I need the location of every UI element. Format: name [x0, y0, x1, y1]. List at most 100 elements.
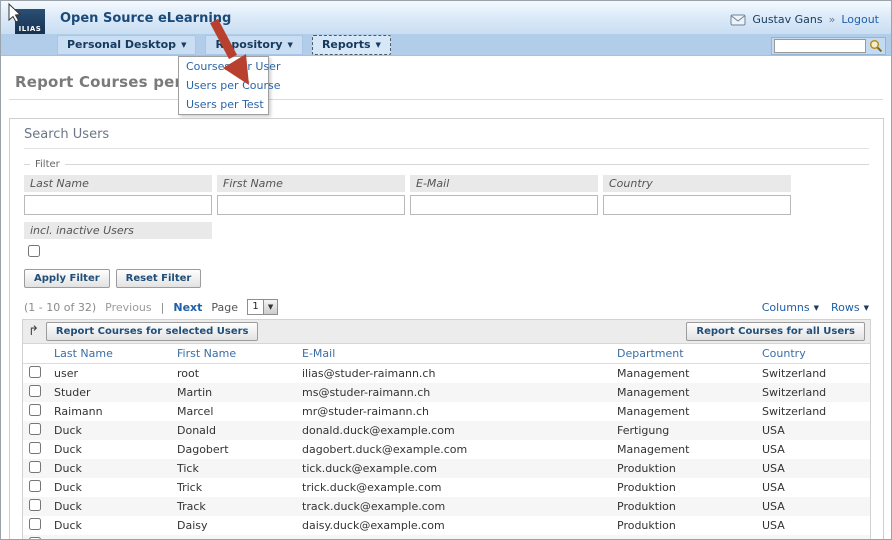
- mail-icon[interactable]: [730, 14, 746, 26]
- nav-tab-label: Repository: [215, 38, 282, 51]
- cell-country: USA: [756, 440, 870, 459]
- columns-menu[interactable]: Columns: [762, 301, 819, 314]
- page-label: Page: [211, 301, 238, 314]
- rows-menu[interactable]: Rows: [831, 301, 869, 314]
- user-table-body: user root ilias@studer-raimann.ch Manage…: [23, 364, 870, 540]
- row-checkbox[interactable]: [29, 499, 41, 511]
- cell-country: USA: [756, 516, 870, 535]
- email-input[interactable]: [410, 195, 598, 215]
- column-header-first-name[interactable]: First Name: [171, 344, 296, 364]
- row-checkbox[interactable]: [29, 518, 41, 530]
- cell-email: donald.duck@example.com: [296, 421, 611, 440]
- row-checkbox[interactable]: [29, 480, 41, 492]
- country-label: Country: [603, 175, 791, 192]
- pagination-separator: |: [161, 301, 165, 314]
- search-icon[interactable]: [869, 39, 883, 53]
- table-header-row: Last Name First Name E-Mail Department C…: [23, 344, 870, 364]
- global-search-input[interactable]: [774, 39, 866, 53]
- nav-tab-reports[interactable]: Reports: [312, 35, 391, 55]
- row-checkbox[interactable]: [29, 366, 41, 378]
- cell-first-name: Dicky: [171, 535, 296, 540]
- cell-country: USA: [756, 535, 870, 540]
- next-link[interactable]: Next: [173, 301, 202, 314]
- cell-last-name: user: [48, 364, 171, 384]
- inactive-users-label: incl. inactive Users: [24, 222, 212, 239]
- cell-last-name: Duck: [48, 535, 171, 540]
- nav-tab-personal-desktop[interactable]: Personal Desktop: [57, 35, 196, 55]
- column-header-last-name[interactable]: Last Name: [48, 344, 171, 364]
- menu-item-users-per-test[interactable]: Users per Test: [179, 95, 268, 114]
- cell-email: ms@studer-raimann.ch: [296, 383, 611, 402]
- result-range: (1 - 10 of 32): [24, 301, 96, 314]
- top-header: ILIAS Open Source eLearning Gustav Gans …: [1, 1, 891, 34]
- cell-last-name: Duck: [48, 516, 171, 535]
- column-header-department[interactable]: Department: [611, 344, 756, 364]
- row-checkbox[interactable]: [29, 385, 41, 397]
- filter-fields: Last Name First Name E-Mail Country: [24, 175, 869, 215]
- cell-email: ilias@studer-raimann.ch: [296, 364, 611, 384]
- cell-country: Switzerland: [756, 383, 870, 402]
- previous-link[interactable]: Previous: [105, 301, 152, 314]
- nav-tab-label: Personal Desktop: [67, 38, 176, 51]
- ilias-logo[interactable]: ILIAS: [15, 9, 45, 35]
- apply-filter-button[interactable]: Apply Filter: [24, 269, 110, 288]
- menu-item-courses-per-user[interactable]: Courses per User: [179, 57, 268, 76]
- table-row: Duck Daisy daisy.duck@example.com Produk…: [23, 516, 870, 535]
- table-view-menus: Columns Rows: [762, 301, 869, 314]
- title-divider: [9, 99, 883, 100]
- row-checkbox[interactable]: [29, 442, 41, 454]
- cell-last-name: Duck: [48, 497, 171, 516]
- chevron-down-icon: [376, 38, 381, 51]
- cell-last-name: Duck: [48, 421, 171, 440]
- page-select-arrow-icon[interactable]: [263, 300, 277, 314]
- cell-department: Produktion: [611, 535, 756, 540]
- chevron-down-icon: [814, 301, 819, 314]
- cell-country: USA: [756, 459, 870, 478]
- column-header-email[interactable]: E-Mail: [296, 344, 611, 364]
- top-pagination-bar: (1 - 10 of 32) Previous | Next Page 1 Co…: [24, 299, 869, 315]
- country-input[interactable]: [603, 195, 791, 215]
- user-name-link[interactable]: Gustav Gans: [752, 13, 822, 26]
- menu-item-users-per-course[interactable]: Users per Course: [179, 76, 268, 95]
- page-select[interactable]: 1: [247, 299, 278, 315]
- chevron-down-icon: [864, 301, 869, 314]
- table-command-row-top: Report Courses for selected Users Report…: [23, 320, 870, 344]
- users-table: Last Name First Name E-Mail Department C…: [23, 344, 870, 540]
- cell-email: tick.duck@example.com: [296, 459, 611, 478]
- table-row: Duck Dicky dicky.duck@example.com Produk…: [23, 535, 870, 540]
- cell-first-name: Dagobert: [171, 440, 296, 459]
- filter-field-country: Country: [603, 175, 791, 215]
- cell-first-name: Track: [171, 497, 296, 516]
- filter-legend: Filter: [30, 159, 65, 170]
- report-selected-users-button-top[interactable]: Report Courses for selected Users: [46, 322, 259, 341]
- inactive-users-checkbox[interactable]: [28, 245, 40, 257]
- last-name-input[interactable]: [24, 195, 212, 215]
- cell-country: USA: [756, 478, 870, 497]
- row-checkbox[interactable]: [29, 461, 41, 473]
- logout-link[interactable]: Logout: [841, 13, 879, 26]
- cell-email: dagobert.duck@example.com: [296, 440, 611, 459]
- row-checkbox[interactable]: [29, 423, 41, 435]
- ilias-logo-text: ILIAS: [19, 25, 42, 33]
- row-checkbox[interactable]: [29, 404, 41, 416]
- cell-country: USA: [756, 421, 870, 440]
- filter-field-inactive: incl. inactive Users: [24, 222, 212, 260]
- main-nav: Personal Desktop Repository Reports: [1, 34, 891, 56]
- report-all-users-button-top[interactable]: Report Courses for all Users: [686, 322, 865, 341]
- cell-department: Produktion: [611, 497, 756, 516]
- cell-email: trick.duck@example.com: [296, 478, 611, 497]
- reports-dropdown-menu: Courses per User Users per Course Users …: [178, 56, 269, 115]
- column-header-country[interactable]: Country: [756, 344, 870, 364]
- cell-email: track.duck@example.com: [296, 497, 611, 516]
- filter-field-email: E-Mail: [410, 175, 598, 215]
- cell-department: Produktion: [611, 516, 756, 535]
- cell-department: Management: [611, 440, 756, 459]
- cell-last-name: Raimann: [48, 402, 171, 421]
- first-name-input[interactable]: [217, 195, 405, 215]
- cell-department: Management: [611, 402, 756, 421]
- table-row: user root ilias@studer-raimann.ch Manage…: [23, 364, 870, 384]
- columns-menu-label: Columns: [762, 301, 810, 314]
- reset-filter-button[interactable]: Reset Filter: [116, 269, 202, 288]
- nav-tab-repository[interactable]: Repository: [205, 35, 302, 55]
- cell-last-name: Duck: [48, 459, 171, 478]
